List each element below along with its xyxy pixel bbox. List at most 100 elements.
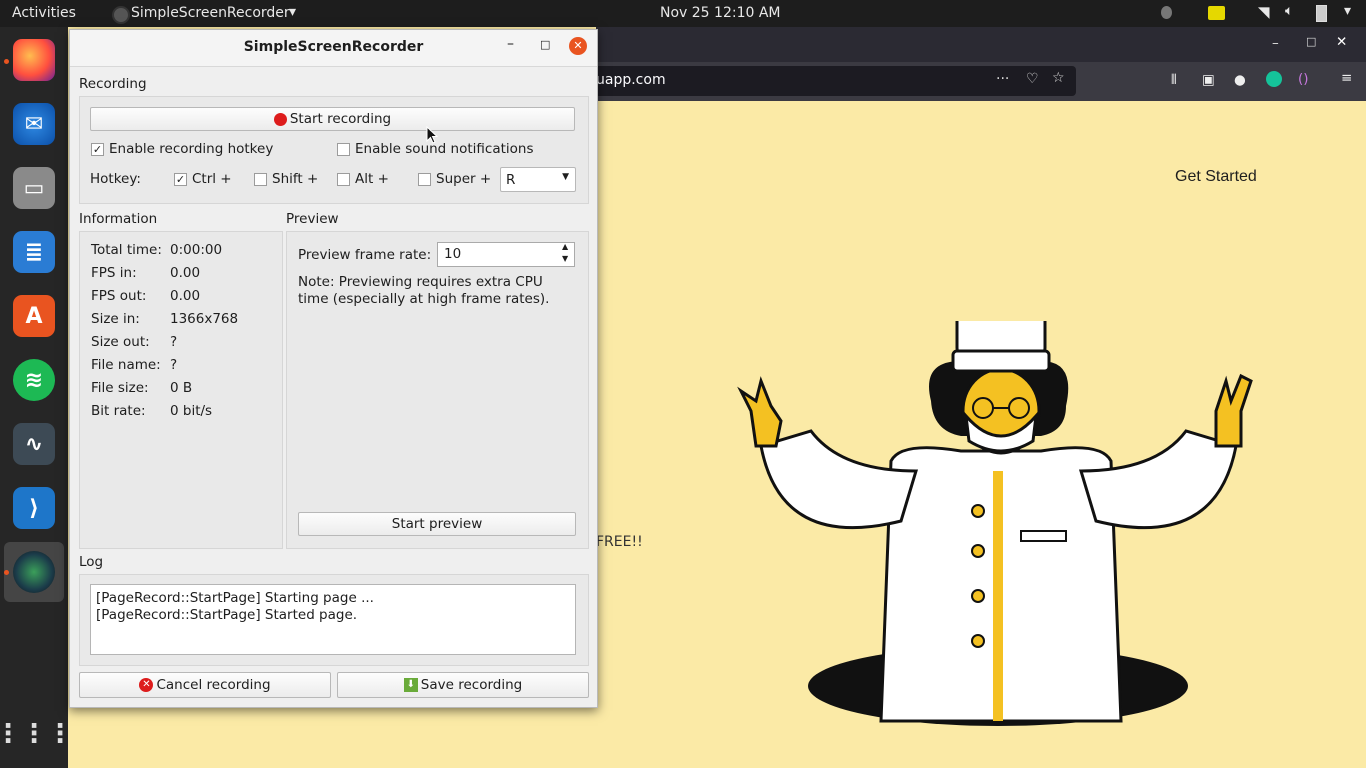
window-title: SimpleScreenRecorder	[243, 39, 424, 55]
info-value: 1366x768	[170, 311, 239, 327]
mouse-cursor-icon	[426, 126, 438, 144]
info-value: 0.00	[170, 288, 201, 304]
enable-hotkey-label: Enable recording hotkey	[109, 141, 274, 157]
start-preview-label: Start preview	[391, 516, 483, 532]
dock: ✉ ▭ ≣ A ≋ ∿ ⟩ ⋮⋮⋮	[0, 27, 73, 768]
preview-section-title: Preview	[286, 211, 339, 227]
recording-indicator-icon[interactable]	[1161, 6, 1172, 19]
log-textbox[interactable]: [PageRecord::StartPage] Starting page ..…	[90, 584, 576, 655]
close-icon[interactable]: ✕	[1336, 34, 1347, 50]
alt-checkbox[interactable]	[337, 173, 350, 186]
screen-recorder-icon[interactable]	[13, 551, 55, 593]
preview-frame-rate-spinbox[interactable]: 10 ▲ ▼	[437, 242, 575, 267]
web-page: Get Started FREE!!	[596, 101, 1366, 768]
thunderbird-icon[interactable]: ✉	[13, 103, 55, 145]
wifi-icon[interactable]: ◥	[1258, 3, 1270, 21]
app-menu[interactable]: SimpleScreenRecorder	[131, 5, 290, 21]
show-applications-icon[interactable]: ⋮⋮⋮	[0, 713, 73, 755]
alt-label: Alt +	[355, 171, 389, 187]
hero-text-fragment: FREE!!	[596, 534, 643, 550]
info-key: Bit rate:	[91, 403, 146, 419]
super-checkbox[interactable]	[418, 173, 431, 186]
start-recording-button[interactable]: Start recording	[90, 107, 575, 131]
super-label: Super +	[436, 171, 492, 187]
cancel-recording-button[interactable]: ✕ Cancel recording	[79, 672, 331, 698]
app-menu-arrow-icon[interactable]: ▾	[289, 4, 296, 20]
library-icon[interactable]: ⫴	[1171, 72, 1177, 88]
url-text: uapp.com	[596, 72, 666, 88]
firefox-icon[interactable]	[13, 39, 55, 81]
software-icon[interactable]: A	[13, 295, 55, 337]
files-icon[interactable]: ▭	[13, 167, 55, 209]
close-icon[interactable]: ✕	[569, 37, 587, 55]
sound-notifications-label: Enable sound notifications	[355, 141, 534, 157]
maximize-icon[interactable]: □	[1306, 35, 1316, 48]
battery-icon[interactable]	[1316, 5, 1327, 22]
pocket-icon[interactable]: ♡	[1026, 71, 1039, 87]
url-bar[interactable]: uapp.com ··· ♡ ☆	[596, 66, 1076, 96]
browser-titlebar: – □ ✕	[596, 27, 1366, 62]
enable-hotkey-checkbox[interactable]: ✓	[91, 143, 104, 156]
cancel-recording-label: Cancel recording	[156, 677, 271, 693]
recording-section-title: Recording	[79, 76, 147, 92]
page-actions-icon[interactable]: ···	[996, 71, 1009, 87]
save-recording-button[interactable]: ⬇ Save recording	[337, 672, 589, 698]
notes-icon[interactable]	[1208, 6, 1225, 20]
ctrl-checkbox[interactable]: ✓	[174, 173, 187, 186]
hotkey-row-label: Hotkey:	[90, 171, 141, 187]
log-section-title: Log	[79, 554, 104, 570]
get-started-link[interactable]: Get Started	[1175, 168, 1257, 186]
info-key: Size out:	[91, 334, 150, 350]
shift-label: Shift +	[272, 171, 319, 187]
spin-down-icon[interactable]: ▼	[562, 254, 568, 263]
running-indicator	[4, 59, 9, 64]
minimize-icon[interactable]: –	[1272, 35, 1279, 51]
info-value: 0:00:00	[170, 242, 223, 258]
running-indicator	[4, 570, 9, 575]
minimize-icon[interactable]: –	[507, 36, 514, 52]
spin-up-icon[interactable]: ▲	[562, 242, 568, 251]
info-key: Size in:	[91, 311, 140, 327]
start-preview-button[interactable]: Start preview	[298, 512, 576, 536]
doctor-illustration	[737, 321, 1253, 726]
extension-icon[interactable]: ()	[1298, 71, 1309, 87]
top-bar: Activities SimpleScreenRecorder ▾ Nov 25…	[0, 0, 1366, 27]
preview-frame-rate-value: 10	[444, 246, 462, 262]
info-value: ?	[170, 357, 178, 373]
preview-note-line1: Note: Previewing requires extra CPU	[298, 274, 543, 290]
recorder-window: SimpleScreenRecorder – □ ✕ Recording Sta…	[69, 29, 598, 708]
info-key: FPS out:	[91, 288, 147, 304]
system-menu-arrow-icon[interactable]: ▾	[1344, 3, 1351, 19]
writer-icon[interactable]: ≣	[13, 231, 55, 273]
log-line: [PageRecord::StartPage] Starting page ..…	[96, 590, 374, 606]
sound-notifications-checkbox[interactable]	[337, 143, 350, 156]
start-recording-label: Start recording	[289, 111, 392, 127]
account-icon[interactable]: ●	[1234, 72, 1246, 88]
bookmark-star-icon[interactable]: ☆	[1052, 70, 1065, 86]
info-value: ?	[170, 334, 178, 350]
shift-checkbox[interactable]	[254, 173, 267, 186]
info-value: 0 bit/s	[170, 403, 213, 419]
system-monitor-icon[interactable]: ∿	[13, 423, 55, 465]
sidebar-icon[interactable]: ▣	[1202, 72, 1215, 88]
menu-icon[interactable]: ≡	[1341, 70, 1352, 86]
info-value: 0 B	[170, 380, 193, 396]
vscode-icon[interactable]: ⟩	[13, 487, 55, 529]
info-key: FPS in:	[91, 265, 137, 281]
spotify-icon[interactable]: ≋	[13, 359, 55, 401]
activities-button[interactable]: Activities	[12, 5, 76, 21]
hotkey-key-select[interactable]: R ▼	[500, 167, 576, 192]
window-titlebar[interactable]: SimpleScreenRecorder – □ ✕	[70, 30, 597, 67]
save-icon: ⬇	[403, 678, 418, 692]
info-key: Total time:	[91, 242, 162, 258]
grammarly-icon[interactable]	[1266, 71, 1282, 87]
save-recording-label: Save recording	[420, 677, 523, 693]
info-value: 0.00	[170, 265, 201, 281]
volume-icon[interactable]: 🔈︎	[1285, 3, 1293, 19]
maximize-icon[interactable]: □	[540, 38, 550, 51]
preview-frame-rate-label: Preview frame rate:	[298, 247, 432, 263]
clock[interactable]: Nov 25 12:10 AM	[660, 5, 781, 21]
hotkey-key-value: R	[506, 171, 516, 188]
cancel-icon: ✕	[139, 678, 154, 692]
recorder-app-icon	[112, 6, 130, 24]
